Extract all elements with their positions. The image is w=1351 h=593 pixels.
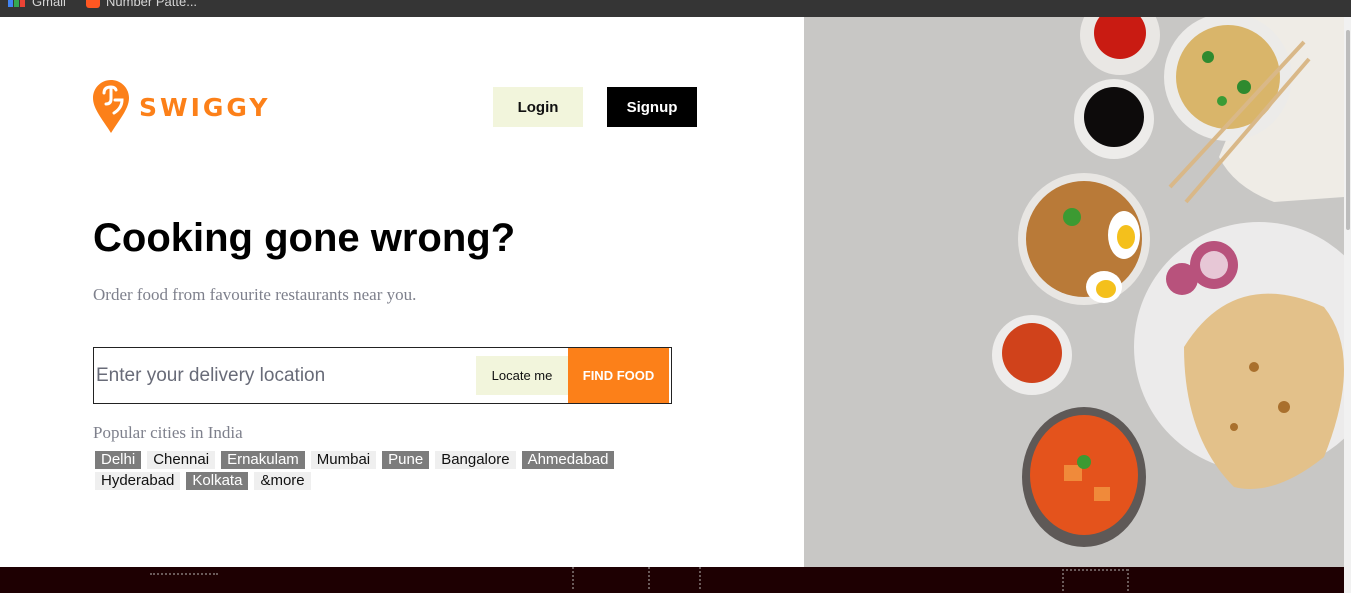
city-link-ahmedabad[interactable]: Ahmedabad [521,451,615,469]
bookmark-label: Gmail [32,0,66,9]
bookmarks-bar: Gmail Number Patte... [0,0,1351,17]
food-hero-image [804,17,1344,567]
popular-cities-list: Delhi Chennai Ernakulam Mumbai Pune Bang… [95,451,635,490]
city-link-delhi[interactable]: Delhi [95,451,142,469]
bookmark-number-pattern[interactable]: Number Patte... [86,0,197,9]
bookmark-favicon [86,0,100,8]
bookmark-gmail[interactable]: Gmail [8,0,66,9]
bookmark-label: Number Patte... [106,0,198,9]
city-link-kolkata[interactable]: Kolkata [186,472,249,490]
page-subtitle: Order food from favourite restaurants ne… [93,285,417,304]
find-food-button[interactable]: FIND FOOD [568,348,669,403]
popular-cities-heading: Popular cities in India [93,423,243,442]
city-link-chennai[interactable]: Chennai [147,451,216,469]
brand-logo[interactable]: SWIGGY [93,80,270,134]
city-link-pune[interactable]: Pune [382,451,430,469]
locate-me-button[interactable]: Locate me [476,356,568,395]
delivery-location-input[interactable] [96,349,476,402]
page-headline: Cooking gone wrong? [93,216,516,260]
city-link-more[interactable]: &more [254,472,311,490]
brand-name: SWIGGY [139,92,271,122]
scrollbar-thumb[interactable] [1346,30,1350,230]
login-button[interactable]: Login [493,87,583,127]
swiggy-logo-icon [93,80,129,133]
gmail-icon [8,0,26,7]
signup-button[interactable]: Signup [607,87,697,127]
footer-strip [0,567,1344,593]
city-link-ernakulam[interactable]: Ernakulam [221,451,305,469]
location-search-box: Locate me FIND FOOD [93,347,672,404]
city-link-bangalore[interactable]: Bangalore [435,451,516,469]
city-link-mumbai[interactable]: Mumbai [310,451,377,469]
city-link-hyderabad[interactable]: Hyderabad [95,472,181,490]
